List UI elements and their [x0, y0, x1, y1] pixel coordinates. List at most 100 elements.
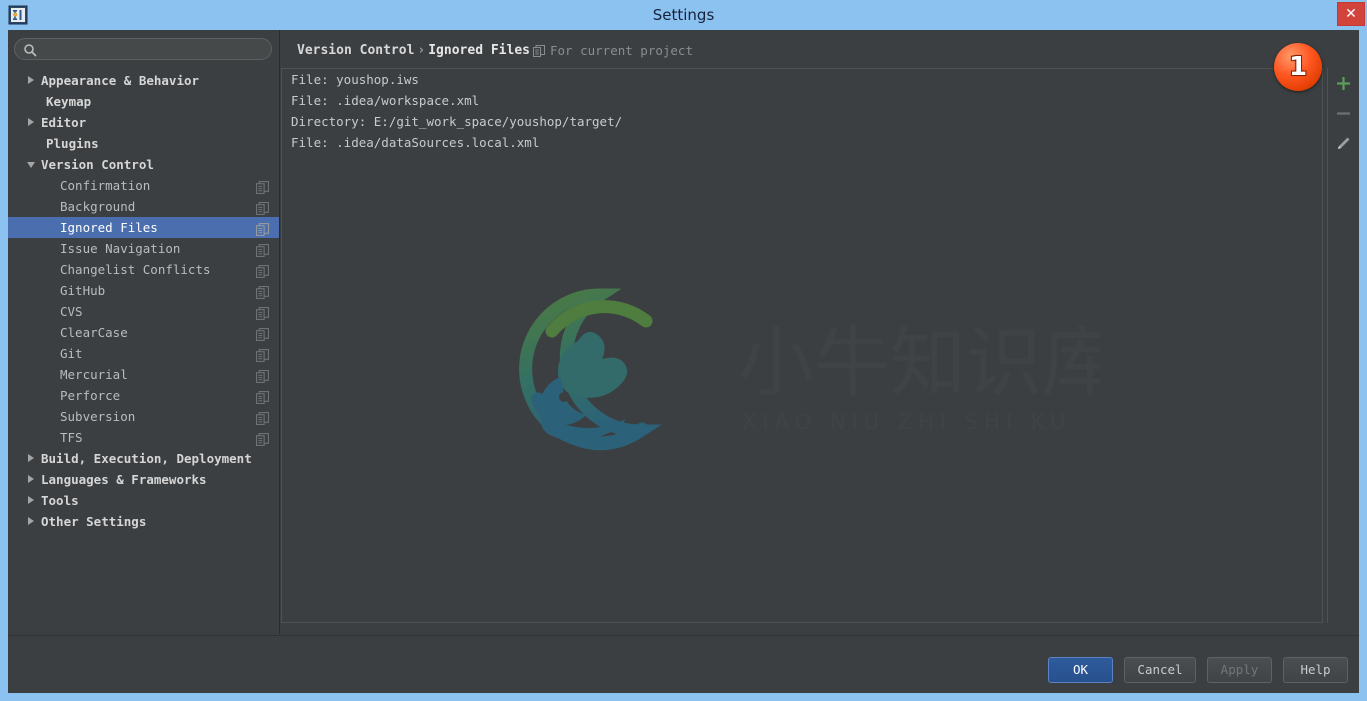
sidebar-item-other-settings[interactable]: Other Settings	[8, 511, 279, 532]
project-scope-icon	[255, 368, 269, 383]
project-scope-icon	[255, 242, 269, 257]
chevron-right-icon[interactable]	[28, 496, 34, 504]
dialog-body: Appearance & Behavior Keymap Editor Plugins…	[8, 30, 1359, 693]
sidebar-item-label: ClearCase	[60, 325, 128, 340]
sidebar-item-label: TFS	[60, 430, 83, 445]
search-box[interactable]	[14, 38, 272, 60]
chevron-right-icon[interactable]	[28, 454, 34, 462]
breadcrumb-parent[interactable]: Version Control	[297, 43, 414, 58]
sidebar-item-clearcase[interactable]: ClearCase	[8, 322, 279, 343]
sidebar-item-label: Build, Execution, Deployment	[41, 451, 252, 466]
sidebar-item-editor[interactable]: Editor	[8, 112, 279, 133]
project-scope-icon	[255, 284, 269, 299]
sidebar-item-label: Editor	[41, 115, 87, 130]
list-actions-toolbar	[1327, 68, 1359, 623]
sidebar-item-version-control[interactable]: Version Control	[8, 154, 279, 175]
watermark-logo: 小牛知识库 XIAO NIU ZHI SHI KU	[460, 279, 1118, 459]
sidebar-item-changelist-conflicts[interactable]: Changelist Conflicts	[8, 259, 279, 280]
svg-text:小牛知识库: 小牛知识库	[738, 318, 1100, 407]
project-scope-icon	[255, 389, 269, 404]
sidebar-item-label: Confirmation	[60, 178, 151, 193]
sidebar-item-confirmation[interactable]: Confirmation	[8, 175, 279, 196]
settings-dialog-window: Settings ✕ Appearance & Behavior Keymap Ed…	[0, 0, 1367, 701]
svg-text:XIAO NIU ZHI SHI KU: XIAO NIU ZHI SHI KU	[742, 410, 1071, 434]
sidebar-item-label: Perforce	[60, 388, 121, 403]
settings-content-pane: Version Control › Ignored Files For curren…	[280, 30, 1359, 634]
sidebar-item-perforce[interactable]: Perforce	[8, 385, 279, 406]
sidebar-item-label: Languages & Frameworks	[41, 472, 207, 487]
sidebar-item-git[interactable]: Git	[8, 343, 279, 364]
sidebar-item-github[interactable]: GitHub	[8, 280, 279, 301]
ignored-file-row[interactable]: File: .idea/workspace.xml	[282, 90, 1322, 111]
sidebar-item-plugins[interactable]: Plugins	[8, 133, 279, 154]
sidebar-item-label: Plugins	[46, 136, 99, 151]
ignored-file-row[interactable]: File: .idea/dataSources.local.xml	[282, 132, 1322, 153]
sidebar-item-label: Subversion	[60, 409, 136, 424]
chevron-right-icon[interactable]	[28, 475, 34, 483]
sidebar-item-label: Issue Navigation	[60, 241, 181, 256]
project-scope-icon	[255, 179, 269, 194]
cancel-button[interactable]: Cancel	[1124, 657, 1196, 683]
project-scope-icon	[255, 305, 269, 320]
title-bar: Settings ✕	[0, 0, 1367, 30]
sidebar-item-keymap[interactable]: Keymap	[8, 91, 279, 112]
remove-icon	[1328, 98, 1359, 128]
project-scope-icon	[255, 200, 269, 215]
project-scope-icon	[533, 44, 545, 62]
sidebar-item-label: Other Settings	[41, 514, 147, 529]
chevron-right-icon[interactable]	[28, 118, 34, 126]
sidebar-item-label: Changelist Conflicts	[60, 262, 211, 277]
chevron-right-icon[interactable]	[28, 76, 34, 84]
chevron-right-icon[interactable]	[28, 517, 34, 525]
sidebar-item-cvs[interactable]: CVS	[8, 301, 279, 322]
sidebar-item-label: Mercurial	[60, 367, 128, 382]
project-scope-icon	[255, 326, 269, 341]
sidebar-item-background[interactable]: Background	[8, 196, 279, 217]
sidebar-item-label: Background	[60, 199, 136, 214]
apply-button: Apply	[1207, 657, 1272, 683]
settings-sidebar: Appearance & Behavior Keymap Editor Plugins…	[8, 30, 280, 634]
project-scope-text: For current project	[550, 43, 693, 58]
sidebar-item-build-execution-deployment[interactable]: Build, Execution, Deployment	[8, 448, 279, 469]
annotation-badge-1-label: 1	[1288, 52, 1308, 82]
breadcrumb-separator: ›	[417, 43, 426, 58]
window-title: Settings	[652, 6, 715, 24]
ignored-file-row[interactable]: File: youshop.iws	[282, 69, 1322, 90]
close-window-button[interactable]: ✕	[1337, 2, 1365, 26]
sidebar-item-label: Tools	[41, 493, 79, 508]
sidebar-item-label: CVS	[60, 304, 83, 319]
sidebar-item-label: Ignored Files	[60, 220, 158, 235]
sidebar-item-label: Appearance & Behavior	[41, 73, 200, 88]
sidebar-item-label: GitHub	[60, 283, 106, 298]
sidebar-item-mercurial[interactable]: Mercurial	[8, 364, 279, 385]
project-scope-icon	[255, 263, 269, 278]
sidebar-item-label: Git	[60, 346, 83, 361]
sidebar-item-appearance-behavior[interactable]: Appearance & Behavior	[8, 70, 279, 91]
help-button[interactable]: Help	[1283, 657, 1348, 683]
sidebar-item-tools[interactable]: Tools	[8, 490, 279, 511]
sidebar-item-subversion[interactable]: Subversion	[8, 406, 279, 427]
chevron-down-icon[interactable]	[27, 162, 35, 168]
project-scope-icon	[255, 221, 269, 236]
ignored-file-row[interactable]: Directory: E:/git_work_space/youshop/tar…	[282, 111, 1322, 132]
edit-pencil-icon[interactable]	[1328, 128, 1359, 158]
add-icon[interactable]	[1328, 68, 1359, 98]
search-input[interactable]	[14, 38, 272, 60]
ignored-files-rows: File: youshop.iws File: .idea/workspace.x…	[282, 69, 1322, 153]
breadcrumb-current: Ignored Files	[428, 43, 530, 58]
breadcrumb: Version Control › Ignored Files	[297, 42, 530, 60]
sidebar-item-languages-frameworks[interactable]: Languages & Frameworks	[8, 469, 279, 490]
sidebar-item-tfs[interactable]: TFS	[8, 427, 279, 448]
sidebar-item-ignored-files[interactable]: Ignored Files	[8, 217, 279, 238]
project-scope-icon	[255, 410, 269, 425]
sidebar-item-issue-navigation[interactable]: Issue Navigation	[8, 238, 279, 259]
project-scope-label: For current project	[533, 42, 693, 60]
project-scope-icon	[255, 431, 269, 446]
dialog-button-bar: OK Cancel Apply Help	[8, 635, 1359, 693]
ignored-files-list[interactable]: 小牛知识库 XIAO NIU ZHI SHI KU File: youshop.…	[281, 68, 1323, 623]
ok-button[interactable]: OK	[1048, 657, 1113, 683]
settings-tree: Appearance & Behavior Keymap Editor Plugins…	[8, 70, 279, 630]
sidebar-item-label: Version Control	[41, 157, 154, 172]
sidebar-item-label: Keymap	[46, 94, 92, 109]
project-scope-icon	[255, 347, 269, 362]
